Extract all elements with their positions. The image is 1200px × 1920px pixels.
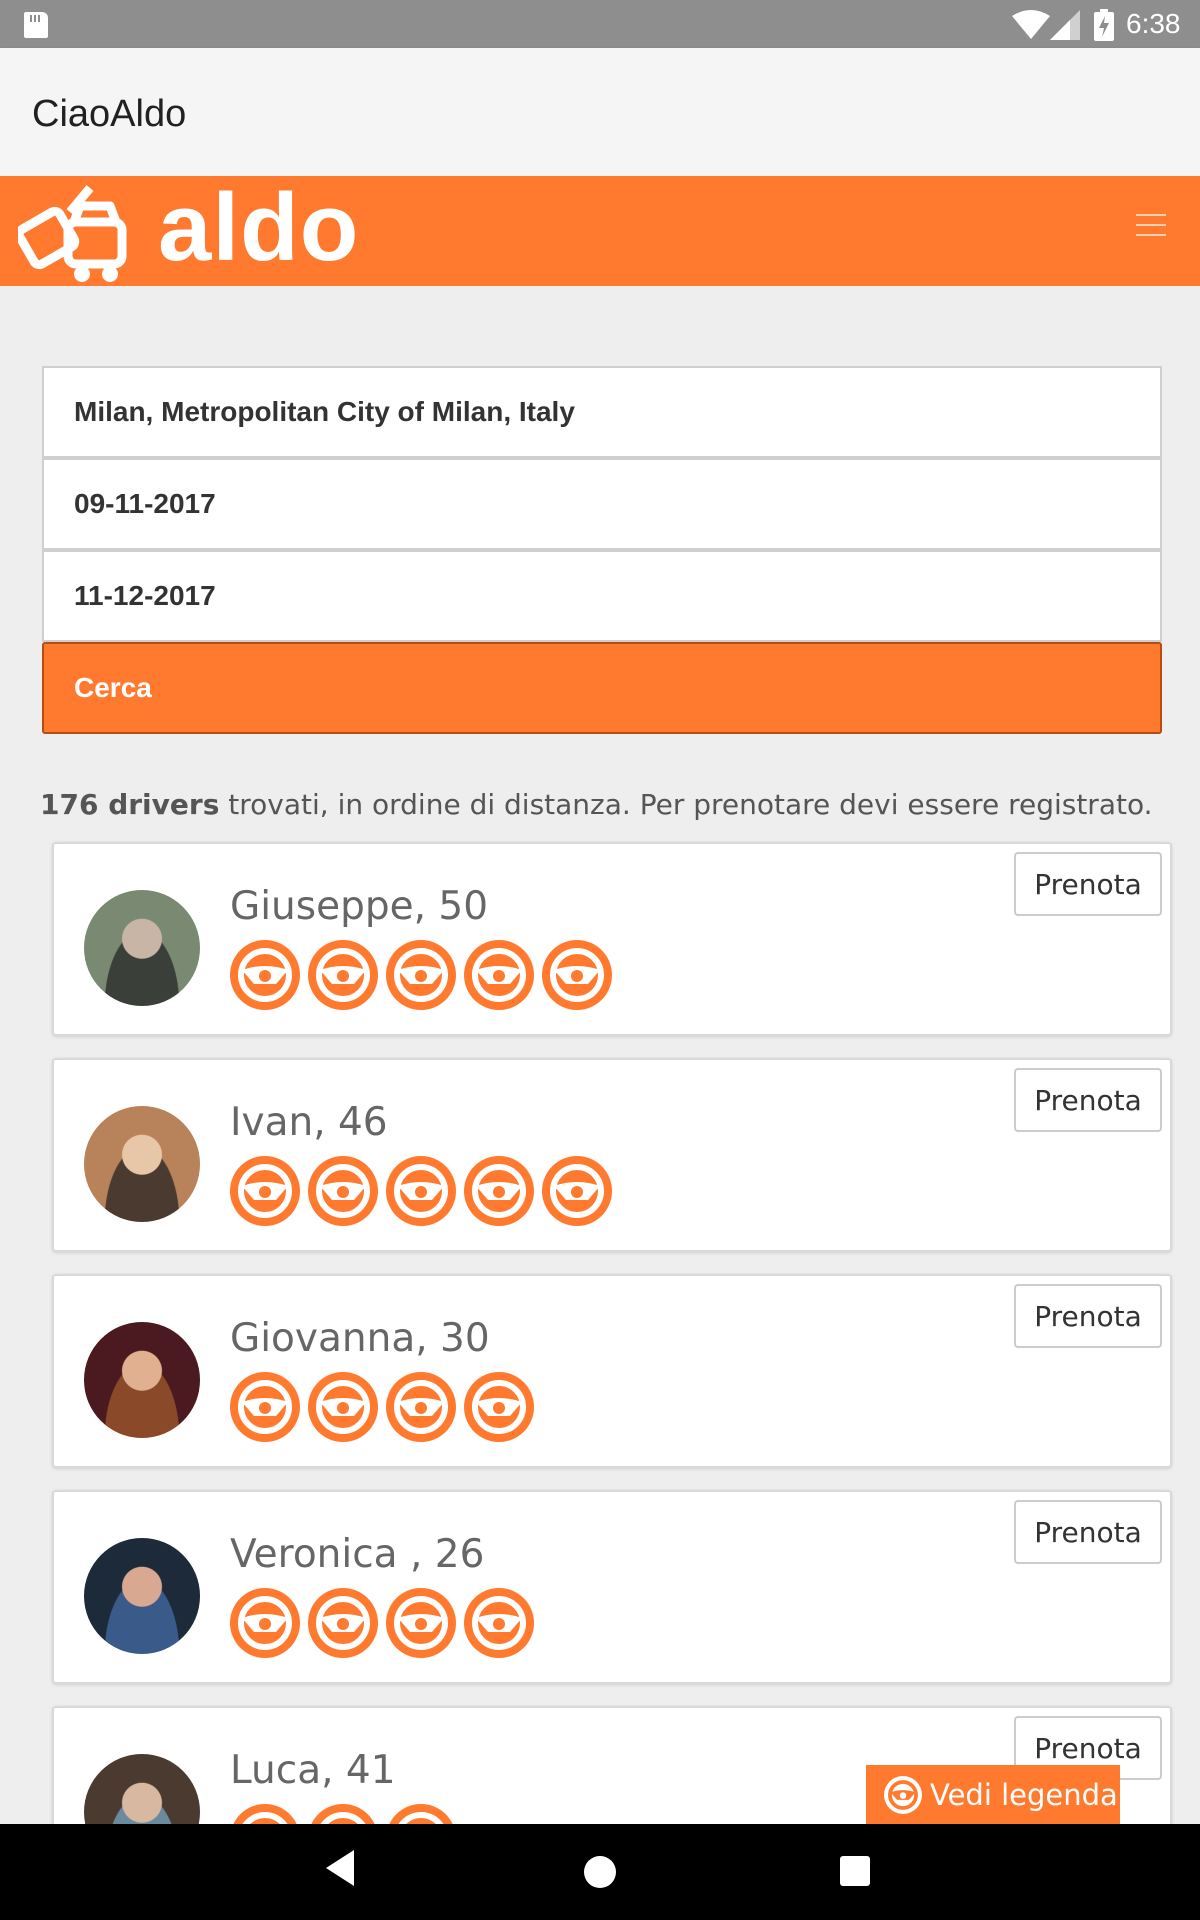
steering-wheel-rating-icon bbox=[389, 1804, 453, 1824]
search-button[interactable]: Cerca bbox=[42, 642, 1162, 734]
steering-wheel-rating-icon bbox=[311, 1804, 375, 1824]
car-key-logo-icon bbox=[18, 185, 127, 282]
driver-avatar bbox=[84, 1106, 200, 1222]
driver-name: Ivan, 46 bbox=[230, 1100, 388, 1145]
driver-avatar bbox=[84, 1754, 200, 1824]
steering-wheel-rating-icon bbox=[308, 1588, 378, 1658]
home-icon[interactable] bbox=[584, 1856, 616, 1888]
location-input[interactable]: Milan, Metropolitan City of Milan, Italy bbox=[42, 366, 1162, 458]
site-header: aldo bbox=[0, 176, 1200, 286]
app-bar: CiaoAldo bbox=[0, 48, 1200, 176]
driver-name: Veronica , 26 bbox=[230, 1532, 485, 1577]
steering-wheel-rating-icon bbox=[386, 1156, 456, 1226]
steering-wheel-rating-icon bbox=[230, 1372, 300, 1442]
start-date-input[interactable]: 09-11-2017 bbox=[42, 458, 1162, 550]
book-button[interactable]: Prenota bbox=[1014, 1068, 1162, 1132]
steering-wheel-icon bbox=[884, 1775, 922, 1814]
steering-wheel-rating-icon bbox=[464, 1156, 534, 1226]
steering-wheel-rating-icon bbox=[464, 1372, 534, 1442]
status-clock: 6:38 bbox=[1126, 8, 1181, 39]
app-title: CiaoAldo bbox=[32, 93, 187, 135]
steering-wheel-rating-icon bbox=[308, 940, 378, 1010]
driver-card[interactable]: Giovanna, 30 Prenota bbox=[52, 1274, 1172, 1468]
steering-wheel-rating-icon bbox=[308, 1156, 378, 1226]
legend-button-label: Vedi legenda bbox=[930, 1777, 1118, 1812]
driver-name: Giuseppe, 50 bbox=[230, 884, 489, 929]
aldo-logo[interactable]: aldo bbox=[18, 176, 358, 286]
back-icon[interactable] bbox=[326, 1850, 356, 1886]
steering-wheel-rating-icon bbox=[230, 1156, 300, 1226]
steering-wheel-rating-icon bbox=[230, 940, 300, 1010]
status-bar: 6:38 bbox=[0, 0, 1200, 48]
recents-icon[interactable] bbox=[840, 1856, 870, 1886]
driver-card[interactable]: Giuseppe, 50 Prenota bbox=[52, 842, 1172, 1036]
navigation-bar bbox=[0, 1824, 1200, 1920]
sd-card-icon bbox=[24, 12, 48, 38]
steering-wheel-rating-icon bbox=[464, 1588, 534, 1658]
wifi-icon bbox=[1012, 10, 1050, 39]
driver-rating bbox=[230, 940, 612, 1010]
steering-wheel-rating-icon bbox=[542, 940, 612, 1010]
steering-wheel-rating-icon bbox=[542, 1156, 612, 1226]
steering-wheel-rating-icon bbox=[386, 940, 456, 1010]
steering-wheel-rating-icon bbox=[230, 1588, 300, 1658]
driver-avatar bbox=[84, 1322, 200, 1438]
driver-name: Giovanna, 30 bbox=[230, 1316, 490, 1361]
driver-card[interactable]: Ivan, 46 Prenota bbox=[52, 1058, 1172, 1252]
book-button[interactable]: Prenota bbox=[1014, 1284, 1162, 1348]
driver-rating bbox=[230, 1804, 456, 1824]
driver-avatar bbox=[84, 1538, 200, 1654]
book-button[interactable]: Prenota bbox=[1014, 852, 1162, 916]
driver-rating bbox=[230, 1588, 534, 1658]
end-date-input[interactable]: 11-12-2017 bbox=[42, 550, 1162, 642]
steering-wheel-rating-icon bbox=[464, 940, 534, 1010]
results-count: 176 drivers bbox=[40, 788, 220, 821]
driver-name: Luca, 41 bbox=[230, 1748, 396, 1793]
battery-charging-icon bbox=[1094, 9, 1114, 41]
steering-wheel-rating-icon bbox=[386, 1372, 456, 1442]
driver-card[interactable]: Veronica , 26 Prenota bbox=[52, 1490, 1172, 1684]
hamburger-menu-icon[interactable] bbox=[1136, 214, 1166, 238]
steering-wheel-rating-icon bbox=[308, 1372, 378, 1442]
webview: aldo Milan, Metropolitan City of Milan, … bbox=[0, 176, 1200, 1824]
book-button[interactable]: Prenota bbox=[1014, 1500, 1162, 1564]
results-summary-text: trovati, in ordine di distanza. Per pren… bbox=[219, 788, 1153, 821]
legend-button[interactable]: Vedi legenda bbox=[866, 1765, 1120, 1824]
steering-wheel-rating-icon bbox=[386, 1588, 456, 1658]
search-form: Milan, Metropolitan City of Milan, Italy… bbox=[42, 366, 1162, 734]
driver-avatar bbox=[84, 890, 200, 1006]
driver-rating bbox=[230, 1156, 612, 1226]
driver-rating bbox=[230, 1372, 534, 1442]
logo-text: aldo bbox=[158, 176, 360, 281]
steering-wheel-rating-icon bbox=[233, 1804, 297, 1824]
signal-icon bbox=[1050, 10, 1080, 40]
results-summary: 176 drivers trovati, in ordine di distan… bbox=[40, 788, 1153, 821]
